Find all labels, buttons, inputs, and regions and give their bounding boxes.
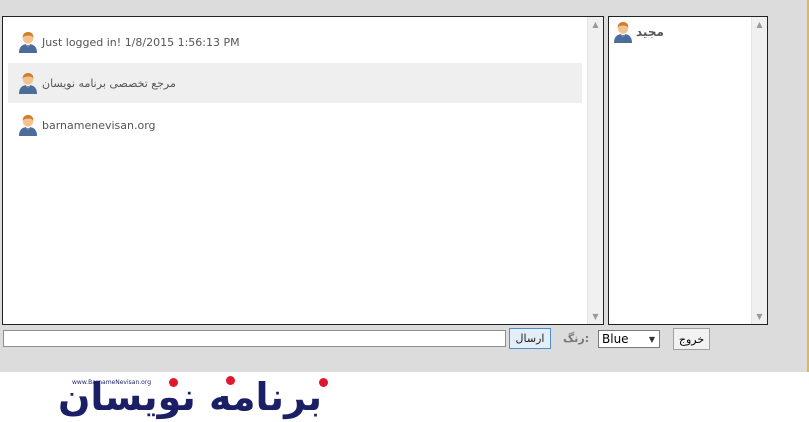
send-button[interactable]: ارسال: [509, 328, 551, 349]
chat-message: مرجع تخصصی برنامه نویسان: [8, 63, 582, 103]
chevron-up-icon[interactable]: ▲: [752, 17, 767, 32]
message-input[interactable]: [3, 330, 506, 347]
logo-dot-icon: [319, 378, 328, 387]
chat-app-area: Just logged in! 1/8/2015 1:56:13 PM مرجع…: [0, 0, 809, 372]
chevron-down-icon[interactable]: ▼: [588, 309, 603, 324]
user-avatar-icon: [18, 31, 38, 53]
chevron-down-icon: ▼: [648, 335, 655, 344]
color-select-value: Blue: [602, 332, 629, 346]
message-controls-bar: ارسال رنگ: Blue ▼ خروج: [0, 327, 809, 351]
color-label: رنگ:: [563, 332, 590, 345]
logo-dot-icon: [226, 376, 235, 385]
user-avatar-icon: [18, 114, 38, 136]
user-avatar-icon: [18, 72, 38, 94]
chat-message: Just logged in! 1/8/2015 1:56:13 PM: [8, 22, 582, 62]
user-avatar-icon: [613, 21, 633, 43]
logo-dot-icon: [169, 378, 178, 387]
chevron-down-icon[interactable]: ▼: [752, 309, 767, 324]
color-select[interactable]: Blue ▼: [598, 330, 660, 348]
chat-message-text: barnamenevisan.org: [42, 118, 156, 132]
online-users-panel[interactable]: مجید ▲ ▼: [608, 16, 768, 325]
logo-url-text: www.BarnameNevisan.org: [72, 379, 151, 386]
users-scrollbar[interactable]: ▲ ▼: [751, 17, 767, 324]
chat-scrollbar[interactable]: ▲ ▼: [587, 17, 603, 324]
site-logo: برنامه نویسان www.BarnameNevisan.org: [14, 374, 366, 422]
user-name: مجید: [636, 25, 664, 39]
chat-message-text: Just logged in! 1/8/2015 1:56:13 PM: [42, 35, 240, 49]
chat-message-text: مرجع تخصصی برنامه نویسان: [42, 76, 176, 90]
chevron-up-icon[interactable]: ▲: [588, 17, 603, 32]
chat-message: barnamenevisan.org: [8, 105, 582, 145]
exit-button[interactable]: خروج: [673, 328, 710, 350]
user-list-item[interactable]: مجید: [613, 21, 664, 43]
chat-messages-panel[interactable]: Just logged in! 1/8/2015 1:56:13 PM مرجع…: [2, 16, 604, 325]
logo-wordmark: برنامه نویسان: [58, 375, 323, 419]
